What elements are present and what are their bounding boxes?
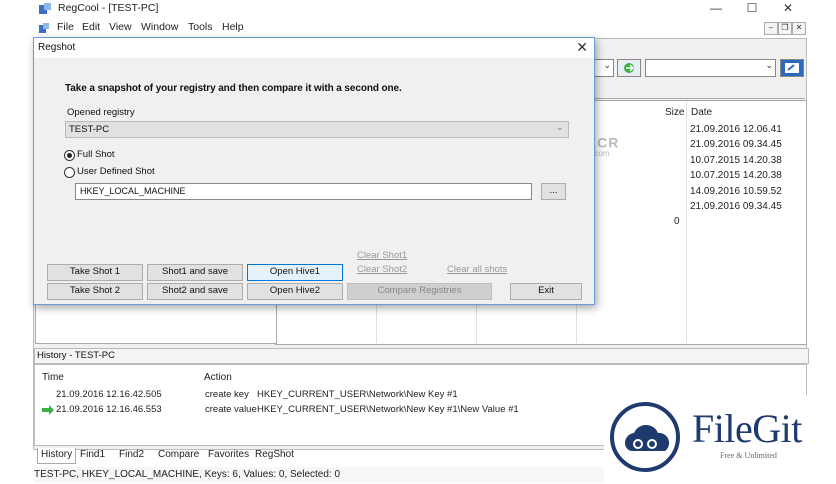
toolbar-strip bbox=[594, 78, 805, 99]
regshot-dialog: Regshot ✕ Take a snapshot of your regist… bbox=[33, 37, 595, 305]
history-column-action[interactable]: Action bbox=[204, 372, 232, 383]
menu-window[interactable]: Window bbox=[141, 21, 178, 33]
list-item-date: 21.09.2016 09.34.45 bbox=[690, 139, 782, 150]
full-shot-radio[interactable] bbox=[64, 150, 75, 161]
dialog-title: Regshot bbox=[38, 42, 76, 53]
mdi-close-button[interactable]: ✕ bbox=[792, 22, 806, 35]
history-time: 21.09.2016 12.16.42.505 bbox=[56, 389, 162, 400]
menu-file[interactable]: File bbox=[57, 21, 74, 33]
minimize-button[interactable]: — bbox=[698, 0, 734, 18]
jump-button[interactable] bbox=[780, 59, 804, 77]
clear-all-shots-link[interactable]: Clear all shots bbox=[447, 264, 507, 275]
menu-help[interactable]: Help bbox=[222, 21, 244, 33]
tab-regshot[interactable]: RegShot bbox=[252, 448, 297, 463]
history-action: create key bbox=[205, 389, 249, 400]
user-defined-shot-radio[interactable] bbox=[64, 167, 75, 178]
filegit-watermark: FileGit Free & Unlimited bbox=[604, 395, 836, 484]
take-shot1-button[interactable]: Take Shot 1 bbox=[47, 264, 143, 281]
jump-icon bbox=[785, 63, 799, 73]
menu-view[interactable]: View bbox=[109, 21, 132, 33]
window-titlebar: RegCool - [TEST-PC] — ☐ ✕ bbox=[0, 0, 836, 18]
tab-find1[interactable]: Find1 bbox=[77, 448, 108, 463]
chevron-down-icon: ⌄ bbox=[555, 122, 564, 133]
filegit-name: FileGit bbox=[692, 406, 802, 451]
opened-registry-select[interactable]: TEST-PC ⌄ bbox=[65, 121, 569, 138]
column-header-date[interactable]: Date bbox=[691, 107, 712, 118]
history-column-time[interactable]: Time bbox=[42, 372, 64, 383]
history-path: HKEY_CURRENT_USER\Network\New Key #1 bbox=[257, 389, 458, 400]
exit-button[interactable]: Exit bbox=[510, 283, 582, 300]
filegit-tagline: Free & Unlimited bbox=[720, 451, 777, 460]
list-item-date: 21.09.2016 12.06.41 bbox=[690, 124, 782, 135]
dialog-heading: Take a snapshot of your registry and the… bbox=[65, 83, 402, 94]
open-hive1-button[interactable]: Open Hive1 bbox=[247, 264, 343, 281]
registry-tree[interactable] bbox=[35, 300, 277, 344]
history-path: HKEY_CURRENT_USER\Network\New Key #1\New… bbox=[257, 404, 519, 415]
filegit-logo-icon bbox=[610, 402, 680, 472]
maximize-button[interactable]: ☐ bbox=[734, 0, 770, 18]
dialog-body: Take a snapshot of your registry and the… bbox=[34, 59, 594, 304]
menu-edit[interactable]: Edit bbox=[82, 21, 100, 33]
open-hive2-button[interactable]: Open Hive2 bbox=[247, 283, 343, 300]
favorites-combo[interactable]: ⌄ bbox=[645, 59, 776, 77]
history-action: create value bbox=[205, 404, 257, 415]
address-combo[interactable]: ⌄ bbox=[594, 59, 614, 77]
tab-history[interactable]: History bbox=[37, 448, 77, 464]
menu-tools[interactable]: Tools bbox=[188, 21, 213, 33]
close-button[interactable]: ✕ bbox=[770, 0, 806, 18]
tab-favorites[interactable]: Favorites bbox=[205, 448, 252, 463]
list-item-date: 14.09.2016 10.59.52 bbox=[690, 186, 782, 197]
take-shot2-button[interactable]: Take Shot 2 bbox=[47, 283, 143, 300]
dialog-titlebar: Regshot ✕ bbox=[34, 38, 594, 58]
regcool-app-icon bbox=[39, 3, 51, 14]
shot2-and-save-button[interactable]: Shot2 and save bbox=[147, 283, 243, 300]
chevron-down-icon: ⌄ bbox=[765, 60, 773, 70]
list-item-date: 21.09.2016 09.34.45 bbox=[690, 201, 782, 212]
clear-shot2-link[interactable]: Clear Shot2 bbox=[357, 264, 407, 275]
history-time: 21.09.2016 12.16.46.553 bbox=[56, 404, 162, 415]
window-title: RegCool - [TEST-PC] bbox=[58, 2, 159, 14]
mdi-restore-button[interactable]: ❐ bbox=[778, 22, 792, 35]
shot1-and-save-button[interactable]: Shot1 and save bbox=[147, 264, 243, 281]
mdi-minimize-button[interactable]: – bbox=[764, 22, 778, 35]
mdi-child-icon bbox=[39, 23, 49, 33]
opened-registry-label: Opened registry bbox=[67, 107, 135, 118]
go-button[interactable] bbox=[617, 59, 641, 77]
list-item-date: 10.07.2015 14.20.38 bbox=[690, 170, 782, 181]
browse-button[interactable]: ... bbox=[541, 183, 566, 200]
chevron-down-icon: ⌄ bbox=[603, 60, 611, 70]
column-divider bbox=[686, 101, 687, 343]
dialog-close-icon[interactable]: ✕ bbox=[576, 39, 588, 56]
history-panel-title: History - TEST-PC bbox=[34, 348, 809, 364]
clear-shot1-link[interactable]: Clear Shot1 bbox=[357, 250, 407, 261]
column-header-size[interactable]: Size bbox=[665, 107, 684, 118]
list-item-date: 10.07.2015 14.20.38 bbox=[690, 155, 782, 166]
compare-registries-button[interactable]: Compare Registries bbox=[347, 283, 492, 300]
tab-find2[interactable]: Find2 bbox=[116, 448, 147, 463]
key-path-input[interactable]: HKEY_LOCAL_MACHINE bbox=[75, 183, 532, 200]
user-defined-shot-label: User Defined Shot bbox=[77, 166, 155, 177]
tab-compare[interactable]: Compare bbox=[155, 448, 202, 463]
list-item-size: 0 bbox=[674, 216, 680, 227]
full-shot-label: Full Shot bbox=[77, 149, 115, 160]
menu-bar: File Edit View Window Tools Help bbox=[0, 19, 836, 37]
current-arrow-icon bbox=[42, 405, 54, 415]
go-arrow-icon bbox=[624, 63, 635, 73]
